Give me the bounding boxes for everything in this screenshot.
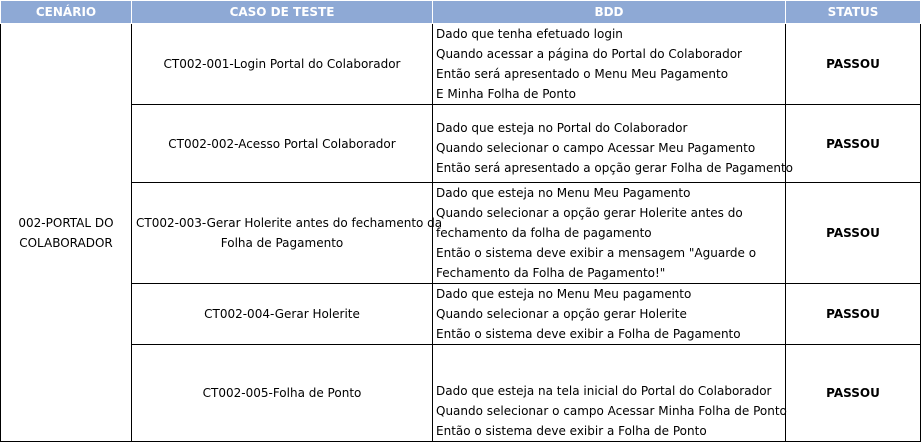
- bdd-line: Dado que esteja no Portal do Colaborador: [436, 120, 688, 135]
- test-case-cell: CT002-004-Gerar Holerite: [131, 283, 433, 345]
- header-cenario: CENÁRIO: [0, 0, 132, 24]
- test-case-cell: CT002-003-Gerar Holerite antes do fecham…: [131, 182, 443, 284]
- bdd-cell: Dado que esteja no Menu Meu pagamento Qu…: [432, 283, 786, 345]
- bdd-line: Dado que esteja no Menu Meu Pagamento: [436, 186, 691, 200]
- bdd-line: Quando acessar a página do Portal do Col…: [436, 47, 742, 61]
- test-cases-table: CENÁRIO CASO DE TESTE BDD STATUS 002-POR…: [0, 0, 921, 442]
- header-bdd: BDD: [432, 0, 786, 24]
- test-case-line: CT002-003-Gerar Holerite antes do fecham…: [136, 216, 443, 230]
- bdd-line: Fechamento da Folha de Pagamento!": [436, 266, 666, 280]
- bdd-line: Então será apresentado a opção gerar Fol…: [436, 160, 793, 175]
- header-caso-de-teste: CASO DE TESTE: [131, 0, 433, 24]
- status-cell: PASSOU: [785, 182, 921, 284]
- bdd-line: Então o sistema deve exibir a mensagem "…: [436, 246, 757, 260]
- header-status: STATUS: [785, 0, 921, 24]
- bdd-line: Quando selecionar o campo Acessar Meu Pa…: [436, 140, 756, 155]
- table-row: CT002-003-Gerar Holerite antes do fecham…: [1, 182, 921, 284]
- bdd-line: Quando selecionar o campo Acessar Minha …: [436, 404, 787, 418]
- scenario-cell: 002-PORTAL DO COLABORADOR: [0, 23, 132, 442]
- bdd-line: Dado que tenha efetuado login: [436, 27, 623, 41]
- status-cell: PASSOU: [785, 104, 921, 183]
- test-case-line: Folha de Pagamento: [220, 236, 344, 250]
- scenario-line: 002-PORTAL DO: [18, 215, 114, 230]
- bdd-line: Dado que esteja na tela inicial do Porta…: [436, 384, 772, 398]
- bdd-cell: Dado que esteja no Portal do Colaborador…: [432, 104, 793, 183]
- bdd-cell: Dado que tenha efetuado login Quando ace…: [432, 23, 786, 105]
- bdd-line: E Minha Folha de Ponto: [436, 87, 577, 101]
- bdd-cell: Dado que esteja no Menu Meu Pagamento Qu…: [432, 182, 786, 284]
- table-row: CT002-005-Folha de Ponto Dado que esteja…: [1, 344, 921, 442]
- test-case-cell: CT002-005-Folha de Ponto: [131, 344, 433, 442]
- header-row: CENÁRIO CASO DE TESTE BDD STATUS: [0, 0, 921, 24]
- status-cell: PASSOU: [785, 283, 921, 345]
- bdd-line: Então o sistema deve exibir a Folha de P…: [436, 327, 741, 341]
- bdd-line: Então o sistema deve exibir a Folha de P…: [436, 424, 707, 438]
- status-cell: PASSOU: [785, 344, 921, 442]
- test-case-cell: CT002-001-Login Portal do Colaborador: [131, 23, 433, 105]
- bdd-line: Quando selecionar a opção gerar Holerite…: [436, 206, 743, 220]
- table-row: 002-PORTAL DO COLABORADOR CT002-001-Logi…: [0, 23, 921, 442]
- status-cell: PASSOU: [785, 23, 921, 105]
- bdd-line: Quando selecionar a opção gerar Holerite: [436, 307, 687, 321]
- test-case-cell: CT002-002-Acesso Portal Colaborador: [131, 104, 433, 183]
- scenario-line: COLABORADOR: [19, 235, 113, 250]
- bdd-line: Dado que esteja no Menu Meu pagamento: [436, 287, 692, 301]
- bdd-line: fechamento da folha de pagamento: [436, 226, 652, 240]
- table-row: CT002-002-Acesso Portal Colaborador Dado…: [1, 104, 921, 183]
- table-row: CT002-004-Gerar Holerite Dado que esteja…: [1, 283, 921, 345]
- bdd-line: Então será apresentado o Menu Meu Pagame…: [436, 67, 729, 81]
- bdd-cell: Dado que esteja na tela inicial do Porta…: [432, 344, 787, 442]
